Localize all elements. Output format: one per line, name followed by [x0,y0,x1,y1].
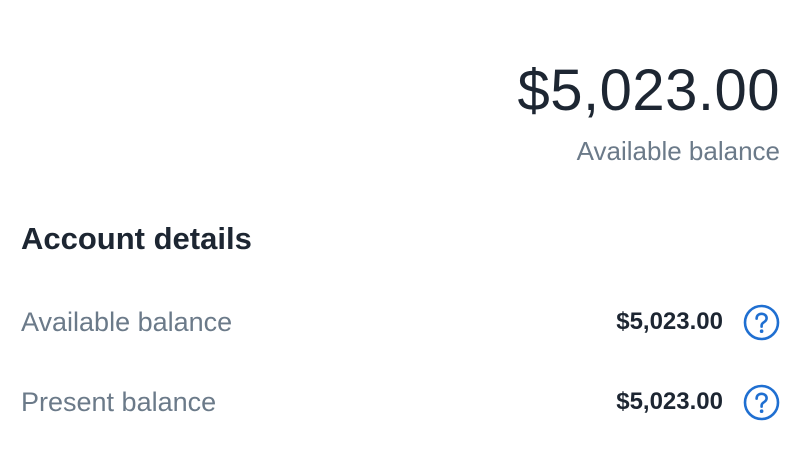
help-circle-icon[interactable] [743,384,780,421]
detail-row-label: Present balance [21,386,217,417]
detail-row-available-balance: Available balance $5,023.00 [21,302,780,342]
available-balance-amount: $5,023.00 [517,58,780,123]
detail-row-value: $5,023.00 [616,388,723,415]
available-balance-caption: Available balance [576,136,780,166]
account-details-heading: Account details [21,221,252,256]
help-circle-icon[interactable] [743,304,780,341]
detail-row-label: Available balance [21,306,233,337]
detail-row-present-balance: Present balance $5,023.00 [21,382,780,422]
detail-row-value: $5,023.00 [616,308,723,335]
balance-summary: $5,023.00 Available balance [517,56,780,166]
